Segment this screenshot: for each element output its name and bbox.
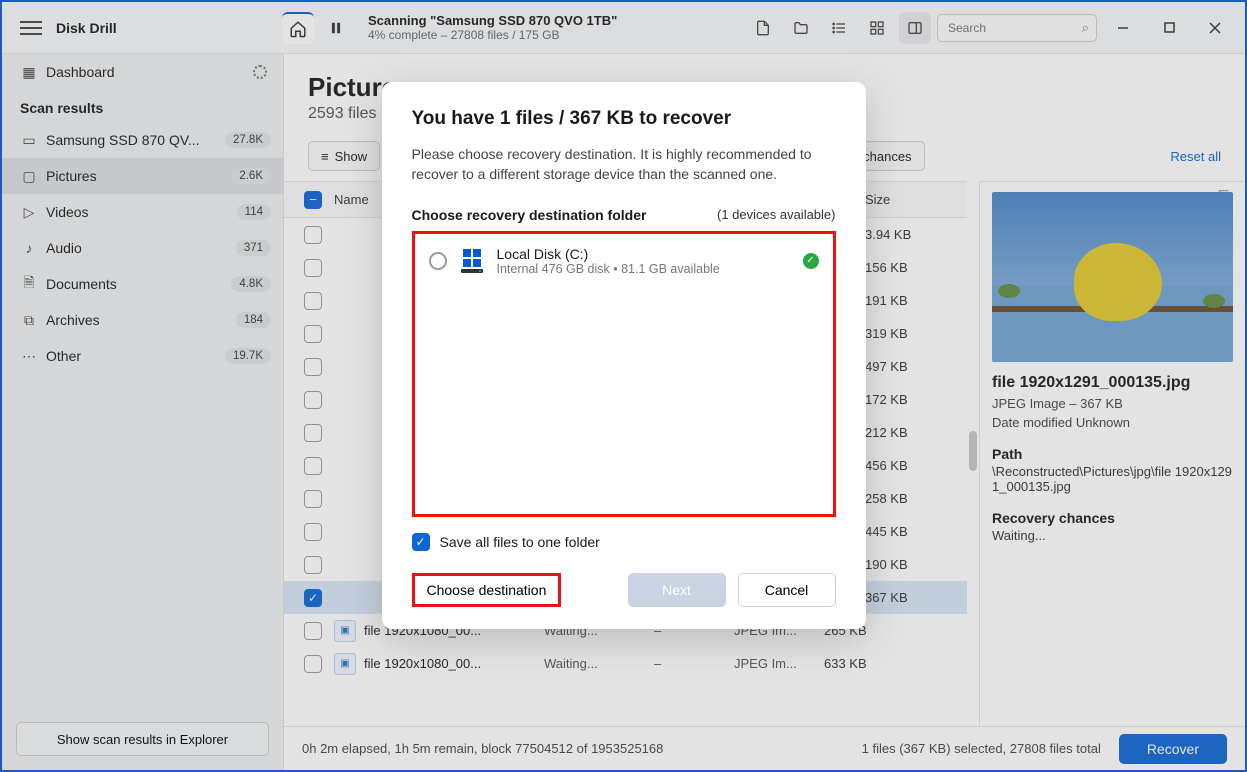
dialog-title: You have 1 files / 367 KB to recover [412,108,836,130]
next-button[interactable]: Next [628,573,726,607]
destination-item[interactable]: Local Disk (C:) Internal 476 GB disk • 8… [429,246,819,276]
destination-name: Local Disk (C:) [497,246,720,262]
dialog-devices-count: (1 devices available) [717,207,836,222]
destination-radio[interactable] [429,252,447,270]
save-all-checkbox[interactable]: ✓ [412,533,430,551]
dialog-choose-heading: Choose recovery destination folder [412,207,647,223]
check-icon: ✓ [803,253,819,269]
destination-sub: Internal 476 GB disk • 81.1 GB available [497,262,720,276]
modal-overlay: You have 1 files / 367 KB to recover Ple… [0,0,1247,772]
drive-icon [461,249,483,273]
dialog-message: Please choose recovery destination. It i… [412,144,836,185]
cancel-button[interactable]: Cancel [738,573,836,607]
destination-list: Local Disk (C:) Internal 476 GB disk • 8… [412,231,836,517]
choose-destination-button[interactable]: Choose destination [412,573,562,607]
save-all-label: Save all files to one folder [440,534,600,550]
recovery-dialog: You have 1 files / 367 KB to recover Ple… [382,82,866,629]
